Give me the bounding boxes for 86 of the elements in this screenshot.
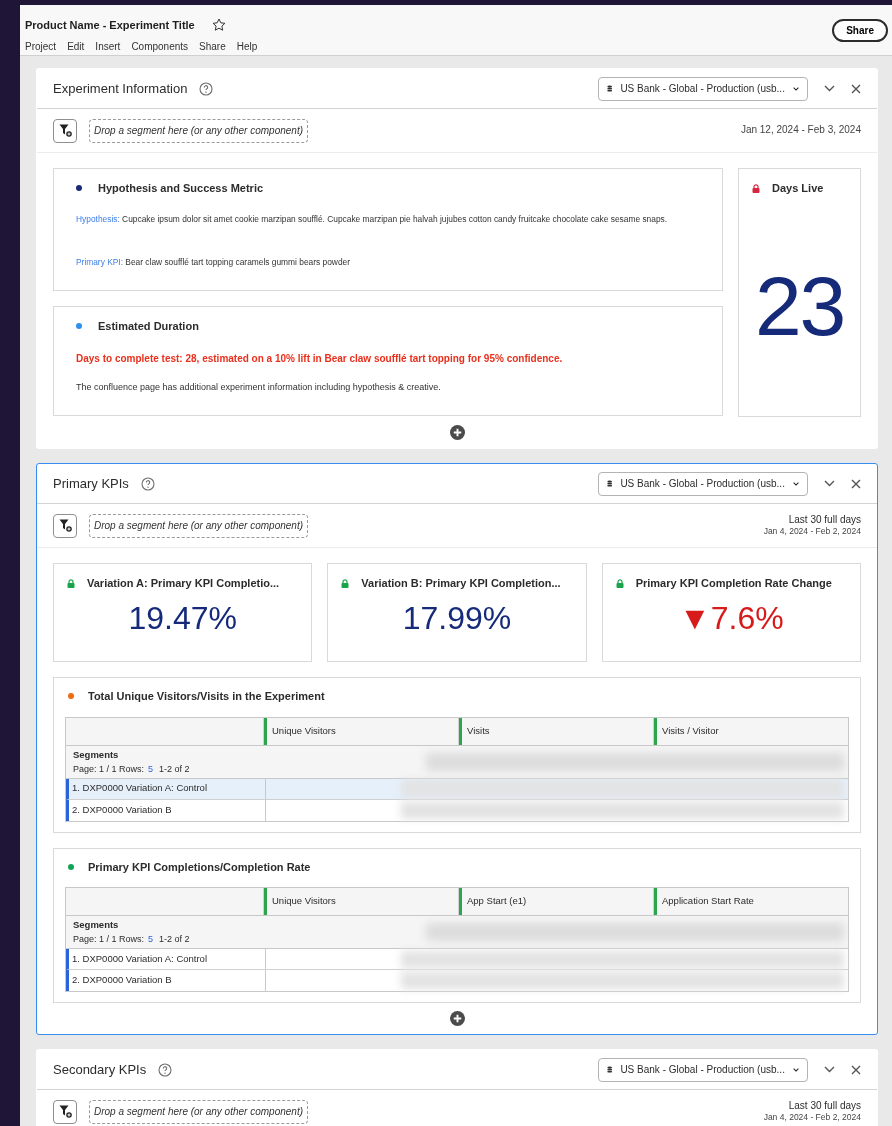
rows-count-link[interactable]: 5: [148, 761, 154, 776]
pager-text: Page: 1 / 1 Rows:: [73, 762, 145, 776]
menu-item[interactable]: Insert: [95, 38, 121, 54]
column-header[interactable]: Visits: [462, 723, 490, 739]
pager-text: Page: 1 / 1 Rows:: [73, 933, 145, 946]
help-icon[interactable]: [140, 476, 155, 491]
metric-value: ▼7.6%: [679, 601, 784, 634]
filter-icon: [58, 1105, 72, 1118]
card-text: The confluence page has additional experiment information including hypothesis & creative.: [76, 380, 442, 394]
add-segment-filter-button[interactable]: [53, 1099, 77, 1124]
collapse-icon[interactable]: [824, 1066, 835, 1073]
row-label: 2. DXP0000 Variation B: [72, 802, 172, 817]
lock-icon: [615, 578, 624, 588]
card-title: Total Unique Visitors/Visits in the Experiment: [88, 689, 325, 704]
close-icon[interactable]: [851, 478, 861, 489]
card-title: Hypothesis and Success Metric: [98, 181, 264, 196]
row-label: 1. DXP0000 Variation A: Control: [72, 951, 207, 966]
menu-item[interactable]: Components: [131, 38, 189, 54]
project-title: Product Name - Experiment Title: [25, 18, 195, 33]
share-button[interactable]: Share: [832, 19, 888, 42]
metric-value: 23: [754, 264, 845, 349]
metric-value: 19.47%: [128, 601, 237, 634]
pager-range: 1-2 of 2: [159, 762, 190, 776]
column-header[interactable]: App Start (e1): [462, 894, 527, 909]
column-header[interactable]: Visits / Visitor: [657, 723, 719, 739]
column-header[interactable]: Unique Visitors: [267, 723, 336, 739]
add-segment-filter-button[interactable]: [53, 118, 77, 143]
row-header-title: Segments: [73, 747, 119, 762]
add-segment-filter-button[interactable]: [53, 513, 77, 538]
segment-drop-zone[interactable]: Drop a segment here (or any other component): [89, 1099, 308, 1124]
table-row[interactable]: 1. DXP0000 Variation A: Control: [66, 949, 848, 970]
column-header[interactable]: Unique Visitors: [267, 894, 336, 909]
chevron-down-icon: [792, 85, 799, 92]
segment-drop-zone[interactable]: Drop a segment here (or any other component): [89, 118, 308, 143]
date-range: Jan 4, 2024 - Feb 2, 2024: [763, 1112, 861, 1124]
date-preset: Last 30 full days: [788, 513, 861, 527]
add-icon[interactable]: [449, 425, 465, 440]
date-preset: Last 30 full days: [788, 1099, 861, 1113]
lock-icon: [752, 183, 760, 193]
star-icon[interactable]: [211, 18, 226, 33]
card-title: Primary KPI Completions/Completion Rate: [88, 859, 311, 875]
help-icon[interactable]: [158, 1062, 173, 1077]
filter-icon: [58, 519, 72, 532]
card-title: Variation B: Primary KPI Completion...: [361, 576, 561, 591]
row-label: 2. DXP0000 Variation B: [72, 973, 172, 988]
card-title: Estimated Duration: [98, 319, 199, 334]
database-icon: [607, 479, 613, 488]
data-source-dropdown[interactable]: US Bank - Global - Production (usb...: [598, 471, 808, 496]
column-header[interactable]: Application Start Rate: [657, 894, 754, 909]
metric-value: 17.99%: [402, 601, 512, 634]
panel-title: Primary KPIs: [53, 474, 129, 493]
database-icon: [607, 1065, 613, 1074]
menu-item[interactable]: Project: [25, 38, 57, 54]
data-source-dropdown[interactable]: US Bank - Global - Production (usb...: [598, 76, 808, 101]
help-icon[interactable]: [199, 81, 214, 96]
close-icon[interactable]: [851, 1064, 861, 1075]
card-text: Hypothesis: Cupcake ipsum dolor sit amet cookie marzipan soufflé. Cupcake marzipan pie halvah jujubes cotton candy fruitcake chocolate cake sesame snaps.: [76, 212, 669, 226]
filter-icon: [58, 124, 72, 137]
lock-icon: [341, 578, 350, 588]
card-title: Days Live: [772, 181, 824, 196]
date-range: Jan 12, 2024 - Feb 3, 2024: [740, 124, 861, 137]
panel-title: Secondary KPIs: [53, 1060, 147, 1079]
chevron-down-icon: [792, 480, 799, 487]
card-text: Primary KPI: Bear claw soufflé tart topping caramels gummi bears powder: [76, 256, 351, 269]
card-title: Variation A: Primary KPI Completio...: [87, 576, 280, 591]
table-row[interactable]: 1. DXP0000 Variation A: Control: [66, 778, 848, 800]
menu-item[interactable]: Share: [199, 38, 226, 54]
collapse-icon[interactable]: [824, 85, 835, 92]
panel-title: Experiment Information: [53, 79, 188, 98]
row-label: 1. DXP0000 Variation A: Control: [72, 781, 207, 796]
menu-item[interactable]: Edit: [67, 38, 85, 54]
database-icon: [607, 84, 613, 93]
alert-text: Days to complete test: 28, estimated on a 10% lift in Bear claw soufflé tart topping for 95% confidence.: [76, 351, 564, 366]
pager-range: 1-2 of 2: [159, 933, 190, 946]
date-range: Jan 4, 2024 - Feb 2, 2024: [763, 526, 861, 538]
lock-icon: [67, 578, 75, 588]
close-icon[interactable]: [851, 83, 861, 94]
chevron-down-icon: [792, 1066, 799, 1073]
add-icon[interactable]: [449, 1011, 465, 1026]
row-header-title: Segments: [73, 918, 119, 932]
collapse-icon[interactable]: [824, 480, 835, 487]
rows-count-link[interactable]: 5: [148, 932, 154, 946]
menu-item[interactable]: Help: [236, 38, 258, 54]
segment-drop-zone[interactable]: Drop a segment here (or any other component): [89, 513, 308, 538]
card-title: Primary KPI Completion Rate Change: [635, 576, 832, 591]
data-source-dropdown[interactable]: US Bank - Global - Production (usb...: [598, 1057, 808, 1082]
